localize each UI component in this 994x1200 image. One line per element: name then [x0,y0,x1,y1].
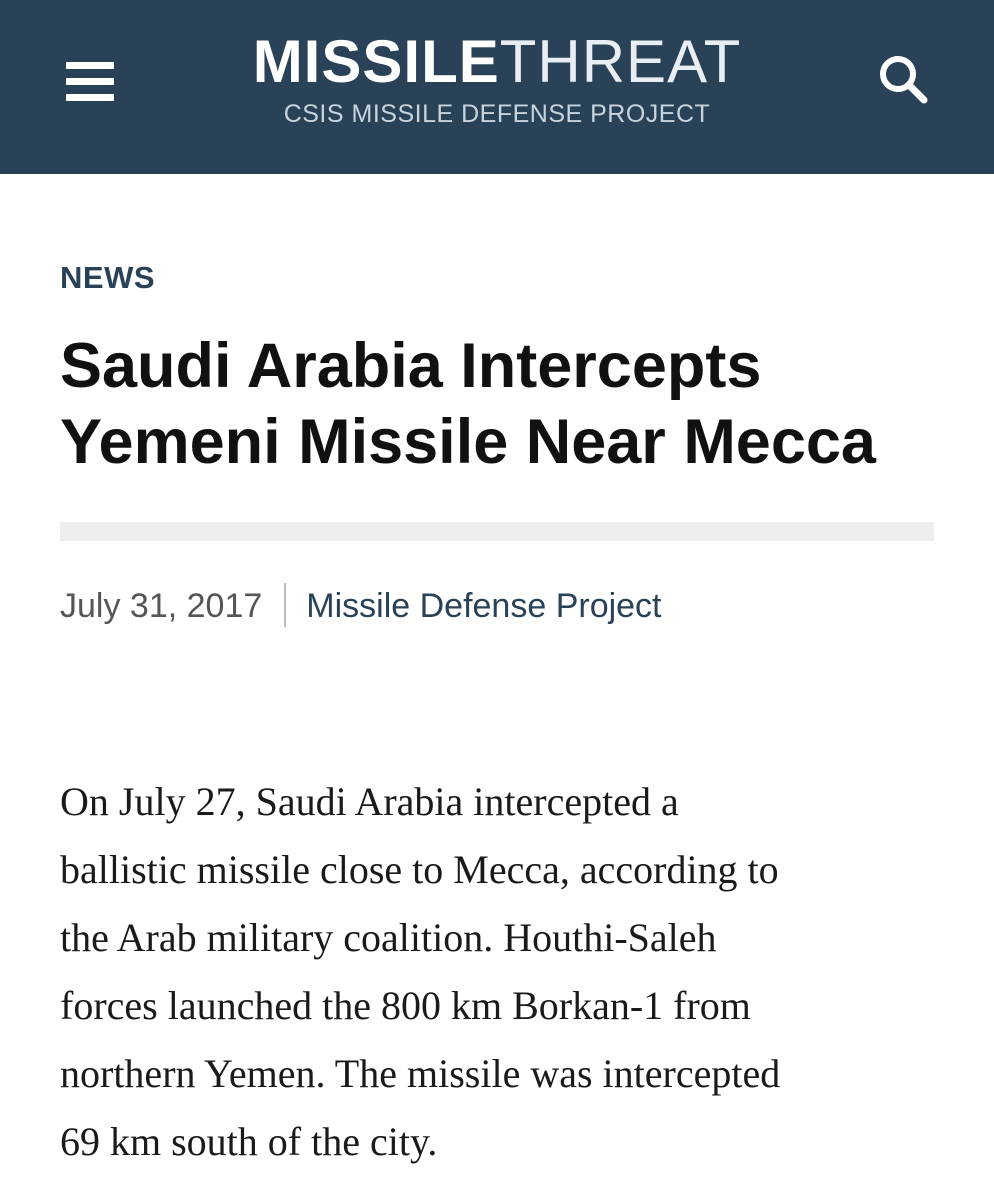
article-body: On July 27, Saudi Arabia intercepted a b… [60,768,950,1176]
body-line: northern Yemen. The missile was intercep… [60,1051,781,1096]
article-title: Saudi Arabia Intercepts Yemeni Missile N… [60,328,940,480]
meta-separator [284,583,287,628]
body-line: the Arab military coalition. Houthi-Sale… [60,915,717,960]
body-line: 69 km south of the city. [60,1119,438,1164]
body-line: forces launched the 800 km Borkan-1 from [60,983,751,1028]
site-header: MISSILETHREAT CSIS MISSILE DEFENSE PROJE… [0,0,994,174]
article-meta: July 31, 2017 Missile Defense Project [60,583,662,629]
body-line: ballistic missile close to Mecca, accord… [60,847,779,892]
site-logo[interactable]: MISSILETHREAT CSIS MISSILE DEFENSE PROJE… [0,28,994,130]
article-title-line: Yemeni Missile Near Mecca [60,407,876,477]
section-label[interactable]: NEWS [60,260,155,296]
body-line: On July 27, Saudi Arabia intercepted a [60,779,679,824]
logo-subtitle: CSIS MISSILE DEFENSE PROJECT [283,100,711,128]
article-title-line: Saudi Arabia Intercepts [60,331,762,401]
title-divider [60,522,934,541]
logo-bold-text: MISSILE [252,28,500,95]
author-link[interactable]: Missile Defense Project [306,587,661,625]
search-icon[interactable] [874,52,934,108]
logo-wordmark: MISSILETHREAT [0,28,994,96]
logo-light-text: THREAT [499,28,742,95]
publish-date: July 31, 2017 [60,587,263,625]
